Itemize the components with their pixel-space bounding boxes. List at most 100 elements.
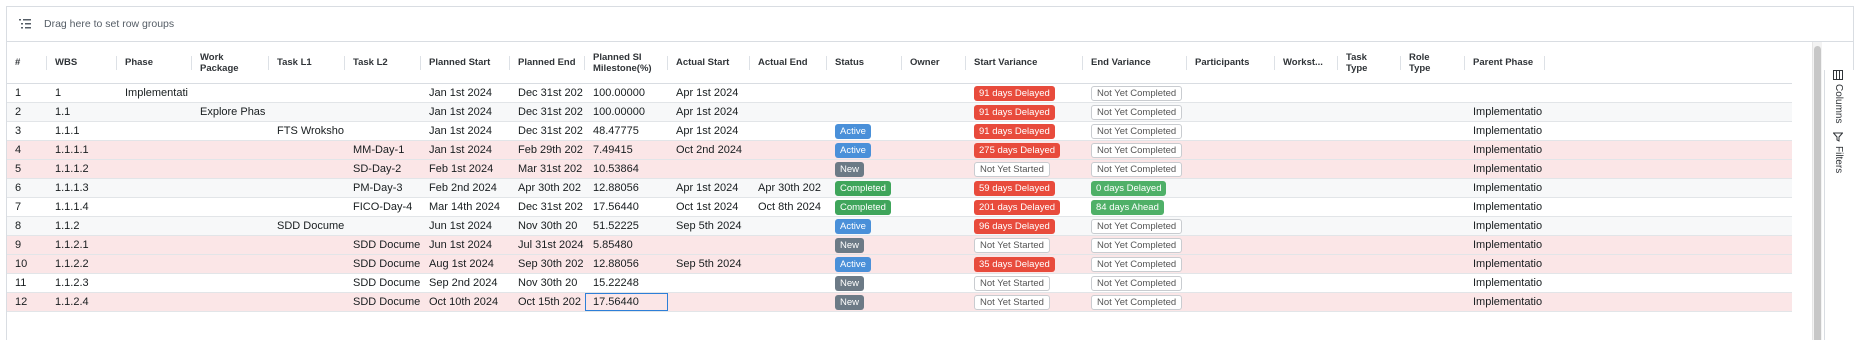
header-task-type[interactable]: Task Type <box>1338 42 1401 83</box>
cell-role-type[interactable] <box>1401 236 1465 254</box>
cell-work-package[interactable] <box>192 293 269 311</box>
table-row[interactable]: 4 1.1.1.1 MM-Day-1 Jan 1st 2024 Feb 29th 202… <box>7 141 1792 160</box>
cell-work-package[interactable] <box>192 274 269 292</box>
table-row[interactable]: 1 1 Implementati Jan 1st 2024 Dec 31st 202 10… <box>7 84 1792 103</box>
cell-task-l2[interactable] <box>345 84 421 102</box>
cell-phase[interactable] <box>117 103 192 121</box>
scrollbar-thumb[interactable] <box>1814 46 1821 340</box>
cell-planned-end[interactable]: Nov 30th 20 <box>510 217 585 235</box>
cell-owner[interactable] <box>902 179 966 197</box>
cell-workstream[interactable] <box>1275 293 1338 311</box>
cell-end-variance[interactable]: Not Yet Completed <box>1083 160 1187 178</box>
cell-parent-phase[interactable]: Implementatio <box>1465 141 1545 159</box>
cell-planned-start[interactable]: Jan 1st 2024 <box>421 141 510 159</box>
cell-parent-phase[interactable]: Implementatio <box>1465 217 1545 235</box>
cell-parent-phase[interactable]: Implementatio <box>1465 122 1545 140</box>
header-planned-start[interactable]: Planned Start <box>421 42 510 83</box>
cell-start-variance[interactable]: 201 days Delayed <box>966 198 1083 216</box>
header-parent-phase[interactable]: Parent Phase <box>1465 42 1545 83</box>
cell-actual-end[interactable] <box>750 293 827 311</box>
cell-parent-phase[interactable]: Implementatio <box>1465 293 1545 311</box>
cell-end-variance[interactable]: Not Yet Completed <box>1083 217 1187 235</box>
cell-planned-start[interactable]: Feb 2nd 2024 <box>421 179 510 197</box>
cell-participants[interactable] <box>1187 274 1275 292</box>
cell-task-l1[interactable] <box>269 293 345 311</box>
header-phase[interactable]: Phase <box>117 42 192 83</box>
cell-task-l2[interactable]: MM-Day-1 <box>345 141 421 159</box>
cell-task-l2[interactable]: SDD Docume <box>345 255 421 273</box>
cell-participants[interactable] <box>1187 84 1275 102</box>
cell-actual-start[interactable]: Oct 1st 2024 <box>668 198 750 216</box>
cell-planned-start[interactable]: Jan 1st 2024 <box>421 122 510 140</box>
cell-phase[interactable] <box>117 293 192 311</box>
cell-task-l1[interactable]: FTS Wroksho <box>269 122 345 140</box>
cell-planned-start[interactable]: Jan 1st 2024 <box>421 84 510 102</box>
cell-work-package[interactable] <box>192 236 269 254</box>
table-row[interactable]: 5 1.1.1.2 SD-Day-2 Feb 1st 2024 Mar 31st 202… <box>7 160 1792 179</box>
cell-actual-start[interactable]: Oct 2nd 2024 <box>668 141 750 159</box>
cell-work-package[interactable] <box>192 198 269 216</box>
cell-end-variance[interactable]: Not Yet Completed <box>1083 141 1187 159</box>
cell-start-variance[interactable]: Not Yet Started <box>966 274 1083 292</box>
cell-planned-end[interactable]: Dec 31st 202 <box>510 122 585 140</box>
cell-phase[interactable] <box>117 255 192 273</box>
cell-start-variance[interactable]: 59 days Delayed <box>966 179 1083 197</box>
table-row[interactable]: 7 1.1.1.4 FICO-Day-4 Mar 14th 2024 Dec 31st … <box>7 198 1792 217</box>
cell-participants[interactable] <box>1187 217 1275 235</box>
cell-parent-phase[interactable]: Implementatio <box>1465 103 1545 121</box>
cell-task-l2[interactable]: FICO-Day-4 <box>345 198 421 216</box>
cell-owner[interactable] <box>902 160 966 178</box>
header-participants[interactable]: Participants <box>1187 42 1275 83</box>
cell-task-l1[interactable] <box>269 103 345 121</box>
cell-planned-end[interactable]: Dec 31st 202 <box>510 103 585 121</box>
cell-planned-si[interactable]: 12.88056 <box>585 255 668 273</box>
cell-parent-phase[interactable] <box>1465 84 1545 102</box>
cell-end-variance[interactable]: Not Yet Completed <box>1083 103 1187 121</box>
cell-parent-phase[interactable]: Implementatio <box>1465 160 1545 178</box>
cell-work-package[interactable] <box>192 255 269 273</box>
cell-wbs[interactable]: 1.1.2.1 <box>47 236 117 254</box>
cell-parent-phase[interactable]: Implementatio <box>1465 198 1545 216</box>
cell-start-variance[interactable]: 91 days Delayed <box>966 84 1083 102</box>
cell-planned-si[interactable]: 12.88056 <box>585 179 668 197</box>
cell-wbs[interactable]: 1.1 <box>47 103 117 121</box>
table-row[interactable]: 10 1.1.2.2 SDD Docume Aug 1st 2024 Sep 30th … <box>7 255 1792 274</box>
vertical-scrollbar[interactable] <box>1812 42 1822 340</box>
cell-status[interactable] <box>827 103 902 121</box>
cell-actual-end[interactable] <box>750 122 827 140</box>
cell-work-package[interactable]: Explore Phas <box>192 103 269 121</box>
cell-end-variance[interactable]: Not Yet Completed <box>1083 255 1187 273</box>
cell-planned-end[interactable]: Nov 30th 20 <box>510 274 585 292</box>
table-row[interactable]: 8 1.1.2 SDD Docume Jun 1st 2024 Nov 30th 20 5… <box>7 217 1792 236</box>
cell-actual-end[interactable] <box>750 84 827 102</box>
cell-wbs[interactable]: 1.1.2 <box>47 217 117 235</box>
cell-actual-start[interactable]: Apr 1st 2024 <box>668 179 750 197</box>
cell-status[interactable]: Active <box>827 255 902 273</box>
cell-actual-end[interactable]: Oct 8th 2024 <box>750 198 827 216</box>
cell-status[interactable]: Completed <box>827 179 902 197</box>
cell-planned-end[interactable]: Dec 31st 202 <box>510 84 585 102</box>
cell-phase[interactable] <box>117 179 192 197</box>
cell-end-variance[interactable]: Not Yet Completed <box>1083 274 1187 292</box>
cell-wbs[interactable]: 1.1.2.2 <box>47 255 117 273</box>
cell-work-package[interactable] <box>192 217 269 235</box>
cell-work-package[interactable] <box>192 122 269 140</box>
cell-planned-si[interactable]: 17.56440 <box>585 293 668 311</box>
header-work-package[interactable]: Work Package <box>192 42 269 83</box>
cell-planned-start[interactable]: Jun 1st 2024 <box>421 236 510 254</box>
cell-participants[interactable] <box>1187 122 1275 140</box>
cell-actual-end[interactable] <box>750 160 827 178</box>
cell-task-type[interactable] <box>1338 217 1401 235</box>
table-row[interactable]: 6 1.1.1.3 PM-Day-3 Feb 2nd 2024 Apr 30th 202… <box>7 179 1792 198</box>
cell-task-type[interactable] <box>1338 179 1401 197</box>
cell-planned-end[interactable]: Sep 30th 202 <box>510 255 585 273</box>
cell-start-variance[interactable]: 35 days Delayed <box>966 255 1083 273</box>
cell-status[interactable]: Active <box>827 141 902 159</box>
cell-workstream[interactable] <box>1275 84 1338 102</box>
header-task-l1[interactable]: Task L1 <box>269 42 345 83</box>
cell-num[interactable]: 4 <box>7 141 47 159</box>
cell-owner[interactable] <box>902 84 966 102</box>
header-planned-end[interactable]: Planned End <box>510 42 585 83</box>
cell-task-l2[interactable]: PM-Day-3 <box>345 179 421 197</box>
cell-phase[interactable] <box>117 198 192 216</box>
